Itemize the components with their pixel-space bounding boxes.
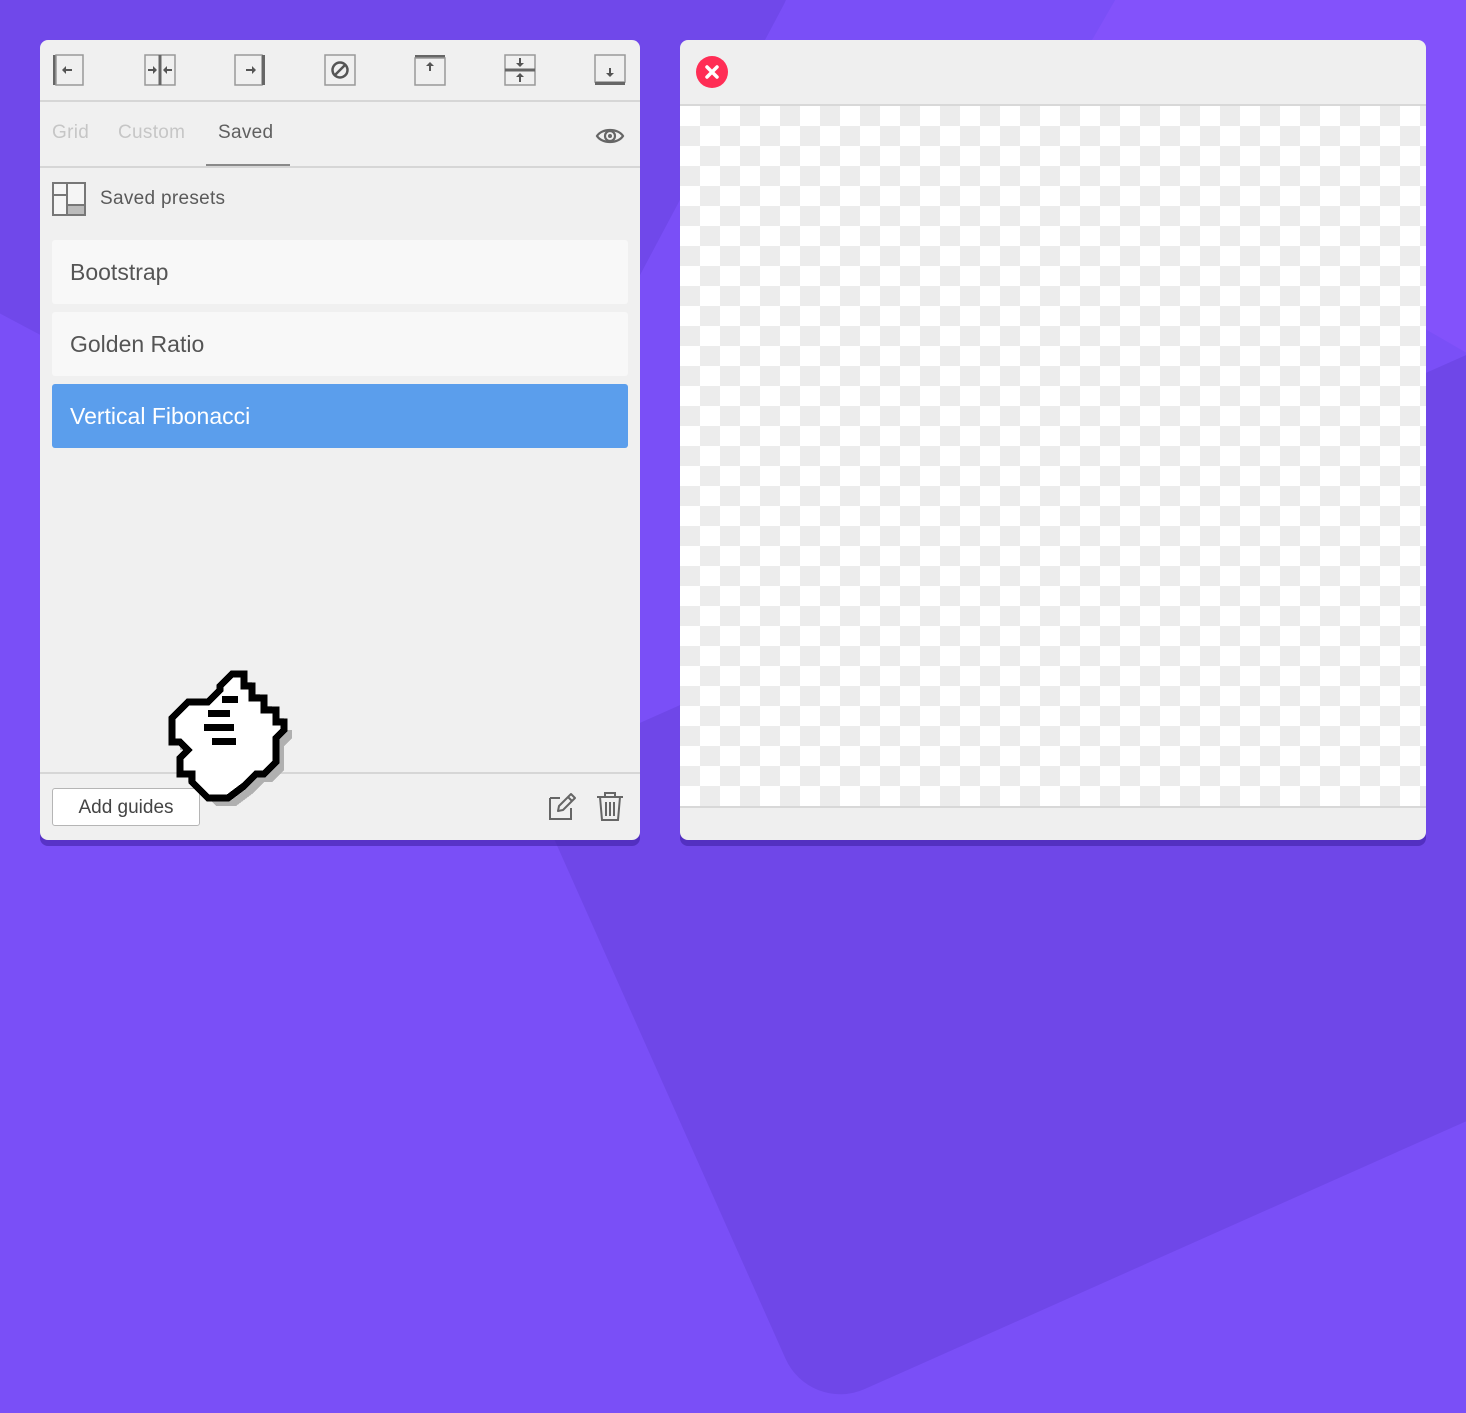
guide-toolbar [40,40,640,102]
align-bottom-icon[interactable] [594,54,626,86]
eye-icon[interactable] [594,120,626,152]
tab-saved[interactable]: Saved [218,122,273,144]
center-horizontal-guides-icon[interactable] [504,54,536,86]
preset-item-bootstrap[interactable]: Bootstrap [52,240,628,304]
align-top-icon[interactable] [414,54,446,86]
preview-window [680,40,1426,840]
transparent-canvas[interactable] [680,104,1426,808]
close-icon[interactable] [696,56,728,88]
clear-guides-icon[interactable] [324,54,356,86]
layout-icon [52,182,86,216]
tab-grid[interactable]: Grid [52,122,89,144]
guides-panel: Grid Custom Saved Saved presets Bootstra… [40,40,640,840]
edit-icon[interactable] [546,790,578,822]
panel-footer: Add guides [40,772,640,840]
presets-heading: Saved presets [100,188,226,209]
add-guides-button[interactable]: Add guides [52,788,200,826]
preset-item-vertical-fibonacci[interactable]: Vertical Fibonacci [52,384,628,448]
align-right-icon[interactable] [234,54,266,86]
align-left-icon[interactable] [52,54,84,86]
tab-custom[interactable]: Custom [118,122,185,144]
preset-item-golden-ratio[interactable]: Golden Ratio [52,312,628,376]
trash-icon[interactable] [594,790,626,822]
active-tab-indicator [206,164,290,166]
center-vertical-guides-icon[interactable] [144,54,176,86]
tab-bar: Grid Custom Saved [40,102,640,168]
